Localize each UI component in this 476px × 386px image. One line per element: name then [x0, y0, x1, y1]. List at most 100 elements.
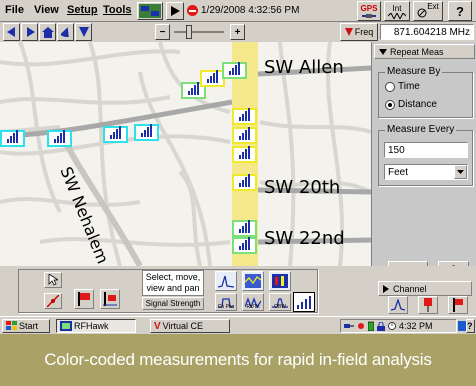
external-reference-button[interactable]: Ext [413, 1, 443, 21]
help-button[interactable]: ? [448, 1, 472, 21]
spectrum-button[interactable] [215, 271, 237, 291]
signal-bar [239, 136, 241, 140]
signal-bar [248, 108, 250, 121]
show-desktop-icon [458, 321, 466, 331]
triangle-down-icon [379, 48, 387, 55]
waterfall-button[interactable] [242, 271, 264, 291]
gps-tray-icon[interactable] [357, 322, 365, 330]
desktop-icon[interactable] [458, 319, 466, 333]
down-button[interactable] [75, 23, 92, 41]
measurement-marker[interactable] [232, 108, 257, 125]
home-button[interactable] [39, 23, 56, 41]
measurement-marker[interactable] [103, 126, 128, 143]
taskbar-app-rfhawk[interactable]: RFHawk [56, 319, 136, 333]
measurement-marker[interactable] [222, 62, 247, 79]
map-view[interactable]: SW Allen SW 20th SW 22nd SW Nehalem [0, 42, 371, 266]
route-tool-button[interactable] [100, 289, 120, 309]
signal-bar [16, 130, 18, 143]
flag-icon [78, 292, 90, 306]
channel-flag-button[interactable] [448, 296, 468, 314]
measure-every-group: Measure Every 150 Feet [378, 124, 473, 186]
next-button[interactable] [21, 23, 38, 41]
zoom-in-button[interactable]: + [230, 24, 245, 40]
radio-distance[interactable]: Distance [385, 99, 437, 110]
zoom-slider[interactable] [174, 31, 224, 33]
rx-tx-button[interactable]: Rx/Tx [242, 293, 264, 311]
signal-bar [216, 70, 218, 83]
signal-meter-button[interactable] [293, 292, 315, 312]
channel-pin-button[interactable] [418, 296, 438, 314]
freq-button[interactable]: Freq [340, 23, 378, 41]
menu-setup[interactable]: Setup [67, 4, 98, 16]
zoom-slider-handle[interactable] [186, 25, 192, 39]
menu-view[interactable]: View [34, 4, 59, 16]
radio-time-dot [385, 81, 395, 92]
up-button[interactable] [57, 23, 74, 41]
battery-icon[interactable] [368, 321, 374, 331]
signal-bar [10, 136, 12, 143]
arrow-right-icon [26, 27, 35, 37]
signal-bar [248, 220, 250, 233]
measurement-marker[interactable] [232, 174, 257, 191]
unit-select-dropdown[interactable] [454, 165, 467, 179]
channel-header[interactable]: Channel [378, 281, 472, 296]
channel-spectrum-button[interactable] [388, 296, 408, 314]
unit-select[interactable]: Feet [384, 164, 468, 180]
zoom-out-button[interactable]: − [155, 24, 170, 40]
flag-tool-button[interactable] [74, 289, 94, 309]
radio-distance-label: Distance [398, 99, 437, 110]
network-icon[interactable] [344, 322, 354, 330]
measure-every-input[interactable]: 150 [384, 142, 468, 158]
map-icon-button[interactable] [137, 2, 163, 20]
windows-logo-icon [6, 321, 17, 330]
measurement-marker[interactable] [232, 146, 257, 163]
channel-power-button[interactable]: Ch Pwr [215, 293, 237, 311]
radio-time[interactable]: Time [385, 81, 420, 92]
measure-by-group: Measure By Time Distance [378, 66, 473, 118]
street-label-22nd: SW 22nd [264, 228, 345, 249]
unit-select-value: Feet [388, 167, 409, 178]
menu-file[interactable]: File [5, 4, 24, 16]
obw-label: OBW [274, 304, 286, 310]
select-tool-button[interactable] [44, 272, 62, 288]
prev-button[interactable] [3, 23, 20, 41]
signal-bar [210, 76, 212, 83]
play-button[interactable] [166, 2, 184, 20]
measurement-marker[interactable] [232, 127, 257, 144]
record-icon[interactable] [187, 5, 198, 16]
measurement-marker[interactable] [0, 130, 25, 147]
caption-banner: Color-coded measurements for rapid in-fi… [0, 334, 476, 386]
satellite-icon [362, 13, 376, 18]
menu-tools[interactable]: Tools [103, 4, 132, 16]
measurement-marker[interactable] [232, 220, 257, 237]
signal-bar [238, 62, 240, 75]
start-button[interactable]: Start [2, 319, 50, 333]
measurement-marker[interactable] [134, 124, 159, 141]
internal-reference-button[interactable]: Int [384, 1, 410, 21]
spectrogram-button[interactable] [269, 271, 291, 291]
tray-help-icon[interactable]: ? [466, 319, 475, 333]
measurement-marker[interactable] [47, 130, 72, 147]
freq-input[interactable]: 871.604218 MHz [380, 24, 474, 40]
signal-bar [144, 130, 146, 137]
taskbar-app-virtualce[interactable]: V Virtual CE [150, 319, 230, 333]
gps-button[interactable]: GPS [357, 1, 381, 21]
signal-bar [197, 82, 199, 95]
spectrogram-icon [272, 274, 288, 288]
lock-icon[interactable] [377, 321, 385, 331]
signal-strength-button[interactable]: Signal Strength [142, 297, 204, 310]
spectrum-icon [218, 275, 234, 288]
obw-button[interactable]: OBW [269, 293, 291, 311]
repeat-meas-header[interactable]: Repeat Meas [374, 44, 475, 59]
signal-bar [242, 114, 244, 121]
signal-bar [113, 132, 115, 139]
signal-bar [239, 229, 241, 233]
signal-bar [245, 240, 247, 250]
signal-bar [116, 129, 118, 139]
signal-bar [245, 111, 247, 121]
marker-tool-button[interactable] [44, 293, 62, 309]
signal-bar [242, 243, 244, 250]
signal-bar [239, 117, 241, 121]
signal-bar [147, 127, 149, 137]
measurement-marker[interactable] [232, 237, 257, 254]
